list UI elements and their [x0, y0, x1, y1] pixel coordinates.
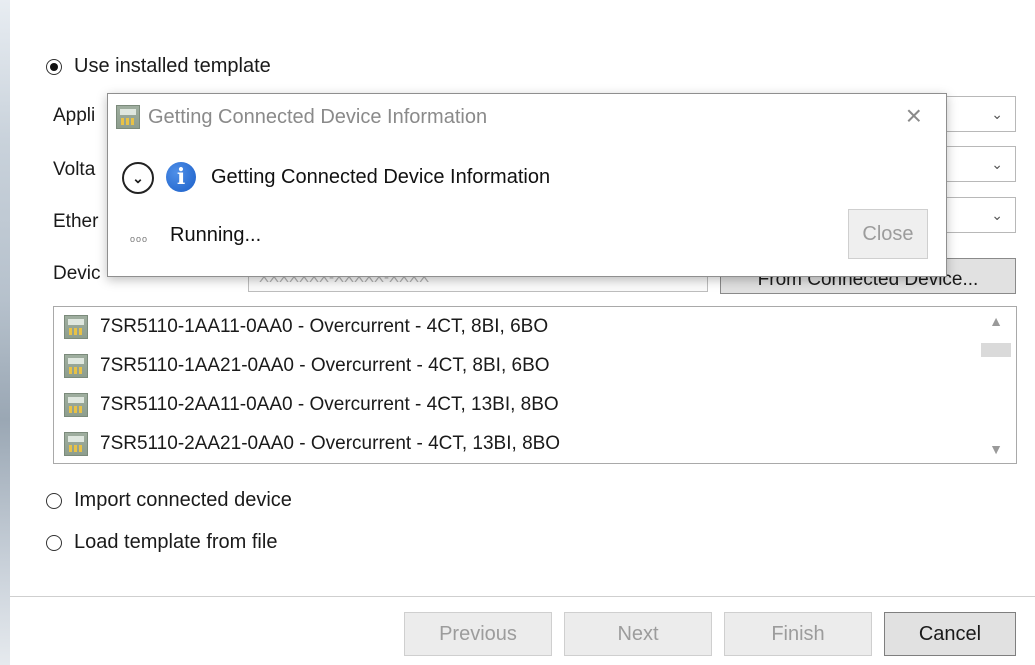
progress-heading: Getting Connected Device Information — [211, 166, 551, 188]
chevron-down-icon: ⌄ — [991, 207, 1003, 223]
ethernet-label: Ether — [53, 211, 99, 232]
import-connected-device-label: Import connected device — [74, 489, 292, 511]
expand-details-icon[interactable]: ⌄ — [122, 162, 154, 194]
relay-device-icon — [64, 393, 88, 417]
use-installed-template-label: Use installed template — [74, 55, 271, 77]
device-template-list[interactable]: 7SR5110-1AA11-0AA0 - Overcurrent - 4CT, … — [53, 306, 1017, 464]
scroll-down-icon[interactable]: ▼ — [976, 441, 1016, 457]
application-label: Appli — [53, 105, 96, 126]
close-icon[interactable]: × — [906, 102, 922, 130]
list-item-label: 7SR5110-1AA21-0AA0 - Overcurrent - 4CT, … — [100, 355, 550, 376]
footer-divider — [10, 596, 1035, 597]
import-connected-device-radio[interactable] — [46, 492, 62, 509]
relay-device-icon — [64, 432, 88, 456]
import-connected-device-option[interactable]: Import connected device — [46, 489, 292, 512]
next-button[interactable]: Next — [564, 612, 712, 656]
list-item[interactable]: 7SR5110-1AA11-0AA0 - Overcurrent - 4CT, … — [64, 315, 548, 339]
device-label: Devic — [53, 263, 101, 284]
list-scrollbar[interactable]: ▲ ▼ — [976, 307, 1016, 463]
load-template-from-file-option[interactable]: Load template from file — [46, 531, 277, 554]
progress-status: Running... — [170, 224, 262, 246]
spinner-icon: ooo — [130, 234, 149, 244]
chevron-down-icon: ⌄ — [132, 169, 144, 186]
list-item[interactable]: 7SR5110-1AA21-0AA0 - Overcurrent - 4CT, … — [64, 354, 550, 378]
relay-device-icon — [64, 354, 88, 378]
chevron-down-icon: ⌄ — [991, 156, 1003, 172]
load-template-from-file-radio[interactable] — [46, 534, 62, 551]
list-item[interactable]: 7SR5110-2AA21-0AA0 - Overcurrent - 4CT, … — [64, 432, 560, 456]
scroll-thumb[interactable] — [981, 343, 1011, 357]
info-icon: i — [166, 162, 196, 192]
finish-button[interactable]: Finish — [724, 612, 872, 656]
list-item-label: 7SR5110-1AA11-0AA0 - Overcurrent - 4CT, … — [100, 316, 549, 337]
list-item[interactable]: 7SR5110-2AA11-0AA0 - Overcurrent - 4CT, … — [64, 393, 559, 417]
use-installed-template-radio[interactable] — [46, 58, 62, 75]
chevron-down-icon: ⌄ — [991, 106, 1003, 122]
list-item-label: 7SR5110-2AA11-0AA0 - Overcurrent - 4CT, … — [100, 394, 559, 415]
previous-button[interactable]: Previous — [404, 612, 552, 656]
use-installed-template-option[interactable]: Use installed template — [46, 55, 271, 78]
list-item-label: 7SR5110-2AA21-0AA0 - Overcurrent - 4CT, … — [100, 433, 561, 454]
load-template-from-file-label: Load template from file — [74, 531, 278, 553]
progress-dialog-title: Getting Connected Device Information — [148, 106, 488, 128]
close-button[interactable]: Close — [848, 209, 928, 259]
progress-dialog: Getting Connected Device Information × ⌄… — [107, 93, 947, 277]
background-window-edge — [0, 0, 10, 665]
relay-device-icon — [116, 105, 140, 129]
scroll-up-icon[interactable]: ▲ — [976, 313, 1016, 329]
cancel-button[interactable]: Cancel — [884, 612, 1016, 656]
voltage-label: Volta — [53, 159, 96, 180]
relay-device-icon — [64, 315, 88, 339]
